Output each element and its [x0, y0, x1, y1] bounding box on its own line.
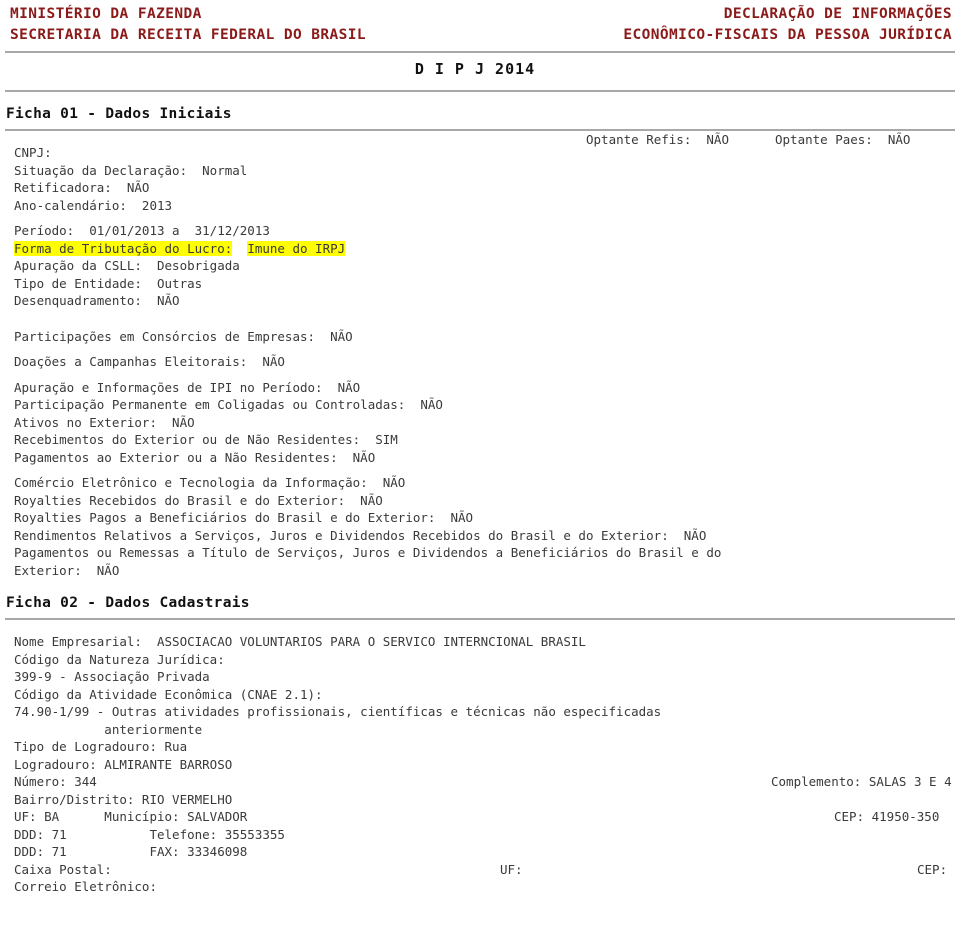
optante-paes-value: Optante Paes: NÃO [775, 132, 911, 147]
ficha-02-heading: Ficha 02 - Dados Cadastrais [6, 595, 250, 611]
correio-eletronico-row: Correio Eletrônico: [14, 879, 157, 894]
document-masthead: MINISTÉRIO DA FAZENDA SECRETARIA DA RECE… [0, 0, 960, 46]
comercio-eletronico-row: Comércio Eletrônico e Tecnologia da Info… [14, 475, 406, 490]
logradouro-row: Logradouro: ALMIRANTE BARROSO [14, 756, 233, 772]
rendimentos-relativos-row: Rendimentos Relativos a Serviços, Juros … [14, 527, 707, 543]
complemento-row: Complemento: SALAS 3 E 4 [771, 774, 952, 789]
document-title: D I P J 2014 [414, 60, 536, 78]
doacoes-campanhas-row: Doações a Campanhas Eleitorais: NÃO [14, 354, 285, 369]
codigo-natureza-label-row: Código da Natureza Jurídica: [14, 651, 225, 667]
ativos-exterior-row: Ativos no Exterior: NÃO [14, 414, 195, 430]
forma-tributacao-value: Imune do IRPJ [247, 240, 346, 256]
cep-empty-row: CEP: [917, 861, 948, 877]
ficha-01-body: Optante Refis: NÃO Optante Paes: NÃO CNP… [0, 131, 960, 579]
ficha-01-heading: Ficha 01 - Dados Iniciais [6, 106, 232, 122]
dipj-document-page: MINISTÉRIO DA FAZENDA SECRETARIA DA RECE… [0, 0, 960, 947]
caixa-postal-row: Caixa Postal: [14, 861, 112, 877]
retificadora-row: Retificadora: NÃO [14, 180, 150, 195]
codigo-atividade-label-row: Código da Atividade Econômica (CNAE 2.1)… [14, 686, 323, 702]
forma-tributacao-label: Forma de Tributação do Lucro: [14, 240, 233, 256]
recebimentos-exterior-row: Recebimentos do Exterior ou de Não Resid… [14, 432, 398, 447]
declaration-line-1: DECLARAÇÃO DE INFORMAÇÕES [723, 6, 952, 22]
participacao-permanente-row: Participação Permanente em Coligadas ou … [14, 397, 443, 412]
royalties-recebidos-row: Royalties Recebidos do Brasil e do Exter… [14, 492, 383, 508]
participacoes-consorcios-row: Participações em Consórcios de Empresas:… [14, 328, 353, 344]
pagamentos-exterior-row: Pagamentos ao Exterior ou a Não Resident… [14, 449, 376, 465]
ministry-header: MINISTÉRIO DA FAZENDA SECRETARIA DA RECE… [10, 4, 366, 46]
royalties-pagos-row: Royalties Pagos a Beneficiários do Brasi… [14, 510, 474, 525]
ministry-line-1: MINISTÉRIO DA FAZENDA [10, 6, 202, 22]
ddd-telefone-row: DDD: 71 Telefone: 35553355 [14, 826, 285, 842]
periodo-row: Período: 01/01/2013 a 31/12/2013 [14, 223, 270, 238]
ficha-02-body: Nome Empresarial: ASSOCIACAO VOLUNTARIOS… [0, 620, 960, 896]
ano-calendario-row: Ano-calendário: 2013 [14, 197, 173, 213]
codigo-atividade-value-row-1: 74.90-1/99 - Outras atividades profissio… [14, 704, 662, 719]
situacao-declaracao-row: Situação da Declaração: Normal [14, 162, 248, 178]
ddd-fax-row: DDD: 71 FAX: 33346098 [14, 844, 248, 859]
declaration-line-2: ECONÔMICO-FISCAIS DA PESSOA JURÍDICA [623, 27, 952, 43]
tipo-entidade-row: Tipo de Entidade: Outras [14, 275, 203, 291]
forma-tributacao-row: Forma de Tributação do Lucro: Imune do I… [14, 240, 952, 258]
uf-municipio-row: UF: BA Município: SALVADOR [14, 809, 248, 824]
tipo-logradouro-row: Tipo de Logradouro: Rua [14, 739, 188, 754]
uf-empty-row: UF: [500, 861, 523, 877]
cep-row: CEP: 41950-350 [834, 809, 940, 824]
codigo-atividade-value-row-2: anteriormente [14, 721, 203, 737]
pagamentos-remessas-row-1: Pagamentos ou Remessas a Título de Servi… [14, 545, 722, 560]
bairro-distrito-row: Bairro/Distrito: RIO VERMELHO [14, 791, 233, 807]
desenquadramento-row: Desenquadramento: NÃO [14, 293, 180, 308]
nome-empresarial-row: Nome Empresarial: ASSOCIACAO VOLUNTARIOS… [14, 634, 586, 649]
apuracao-ipi-row: Apuração e Informações de IPI no Período… [14, 379, 361, 395]
declaration-header: DECLARAÇÃO DE INFORMAÇÕES ECONÔMICO-FISC… [623, 4, 952, 46]
codigo-natureza-value-row: 399-9 - Associação Privada [14, 669, 210, 684]
apuracao-csll-row: Apuração da CSLL: Desobrigada [14, 258, 240, 273]
pagamentos-remessas-row-2: Exterior: NÃO [14, 562, 120, 578]
ministry-line-2: SECRETARIA DA RECEITA FEDERAL DO BRASIL [10, 27, 367, 43]
optante-refis-value: Optante Refis: NÃO [586, 132, 729, 147]
